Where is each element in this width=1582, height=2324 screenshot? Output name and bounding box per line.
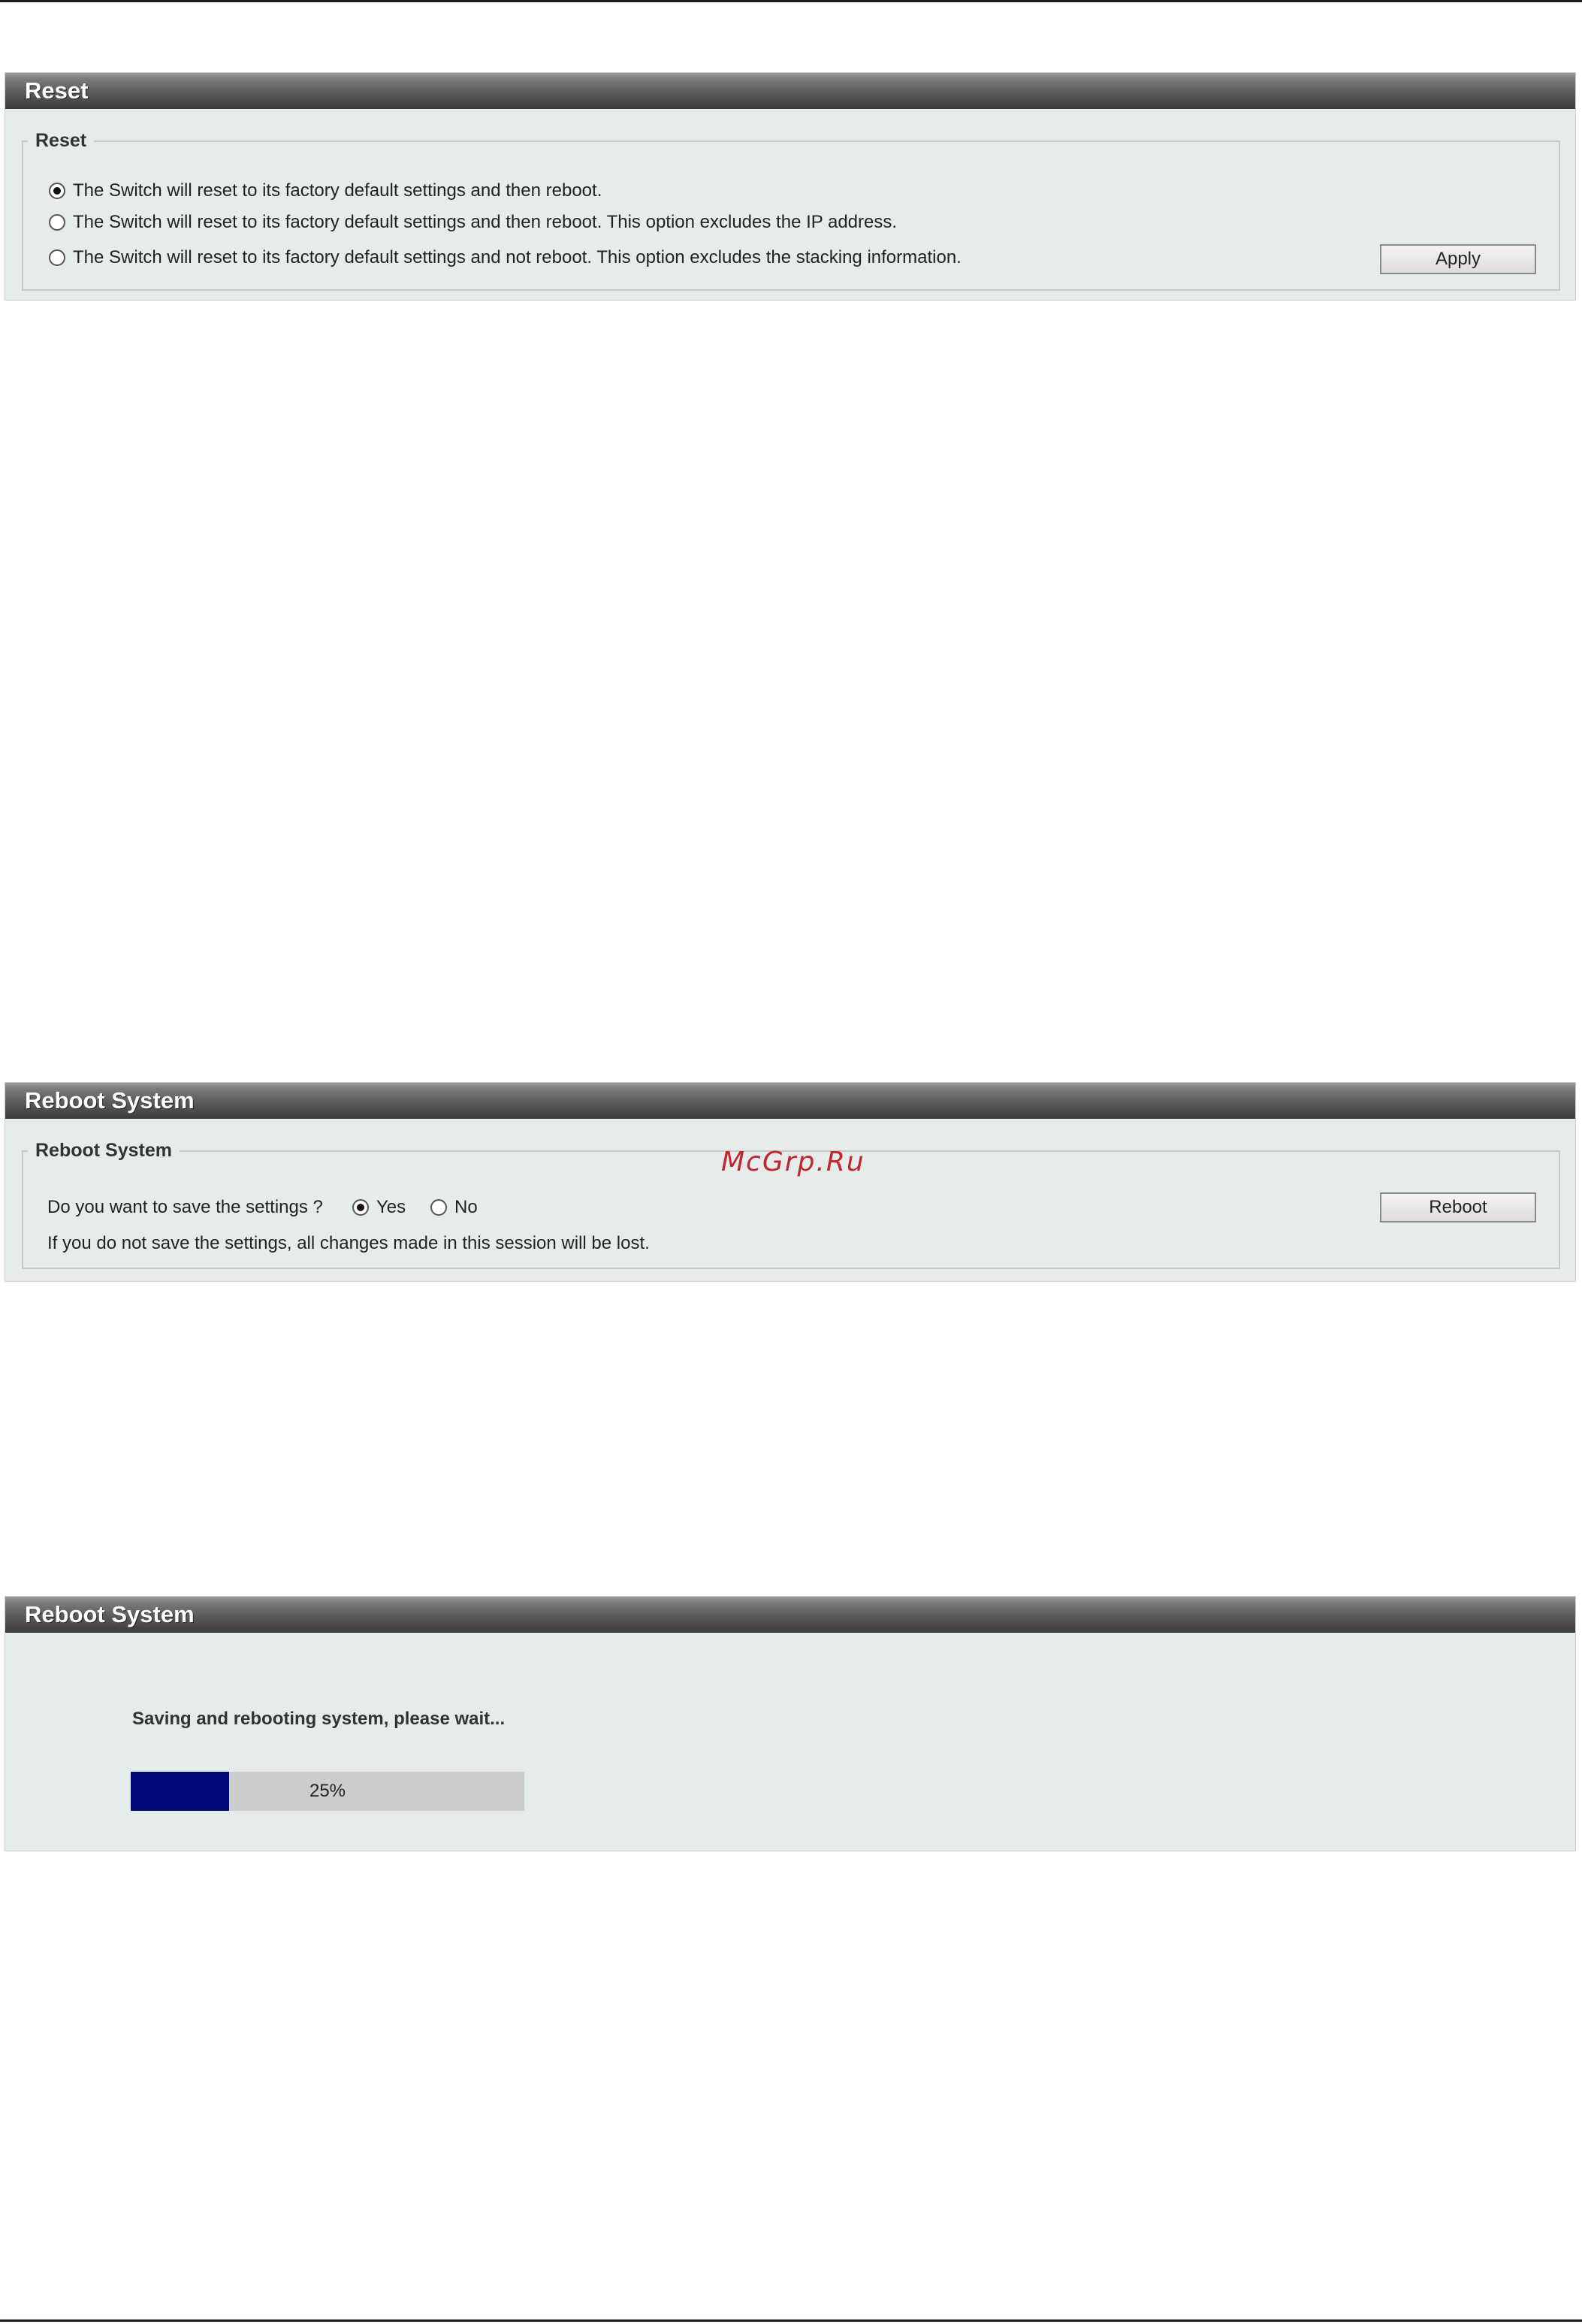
reset-option-3[interactable]: The Switch will reset to its factory def…: [49, 247, 962, 268]
watermark-text: McGrp.Ru: [721, 1147, 865, 1177]
progress-label: 25%: [309, 1781, 346, 1801]
reset-group-legend: Reset: [35, 130, 87, 151]
top-rule: [0, 0, 1582, 2]
rebooting-message: Saving and rebooting system, please wait…: [132, 1709, 506, 1729]
apply-button[interactable]: Apply: [1380, 244, 1536, 274]
radio-unselected-icon[interactable]: [49, 214, 65, 231]
reboot-progress-title: Reboot System: [5, 1597, 1575, 1633]
radio-selected-icon[interactable]: [49, 183, 65, 199]
reset-option-2-label: The Switch will reset to its factory def…: [73, 212, 898, 232]
reboot-group-legend: Reboot System: [35, 1140, 172, 1161]
reboot-button[interactable]: Reboot: [1380, 1192, 1536, 1222]
radio-unselected-icon[interactable]: [430, 1199, 447, 1216]
reboot-panel-title: Reboot System: [5, 1083, 1575, 1119]
reset-option-2[interactable]: The Switch will reset to its factory def…: [49, 212, 897, 233]
reset-panel-title: Reset: [5, 73, 1575, 109]
reboot-progress-bar: 25%: [131, 1772, 524, 1811]
reset-option-3-label: The Switch will reset to its factory def…: [73, 247, 962, 267]
radio-selected-icon[interactable]: [352, 1199, 369, 1216]
save-no-label: No: [454, 1197, 478, 1217]
reset-option-1[interactable]: The Switch will reset to its factory def…: [49, 180, 602, 201]
bottom-rule: [0, 2319, 1582, 2322]
save-settings-question: Do you want to save the settings ?: [47, 1197, 323, 1217]
unsaved-changes-note: If you do not save the settings, all cha…: [47, 1233, 650, 1253]
reset-option-1-label: The Switch will reset to its factory def…: [73, 180, 602, 201]
save-yes-label: Yes: [376, 1197, 406, 1217]
reset-panel: Reset Reset The Switch will reset to its…: [5, 72, 1576, 301]
save-no-option[interactable]: No: [430, 1197, 478, 1218]
radio-unselected-icon[interactable]: [49, 249, 65, 266]
reboot-panel: Reboot System Reboot System Do you want …: [5, 1082, 1576, 1282]
save-yes-option[interactable]: Yes: [352, 1197, 406, 1218]
